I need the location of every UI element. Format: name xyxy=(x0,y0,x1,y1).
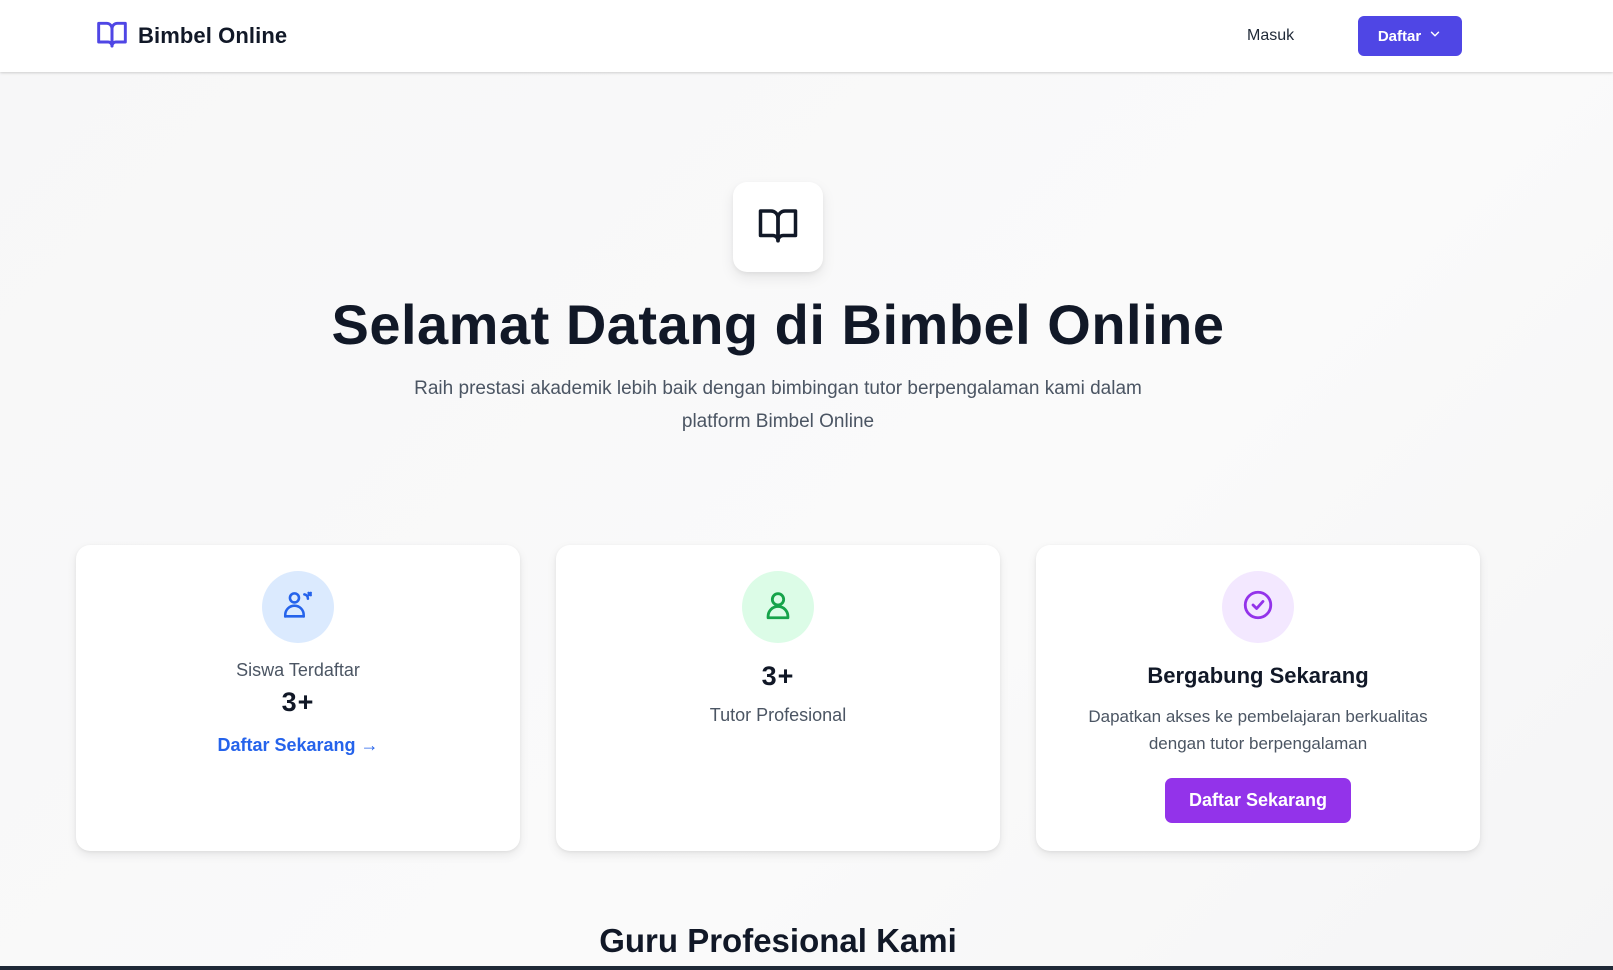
book-open-icon xyxy=(757,204,799,251)
book-open-icon xyxy=(96,18,128,55)
register-now-link[interactable]: Daftar Sekarang → xyxy=(217,735,378,755)
join-description: Dapatkan akses ke pembelajaran berkualit… xyxy=(1088,707,1428,753)
register-button-label: Daftar xyxy=(1377,27,1422,45)
brand-name: Bimbel Online xyxy=(138,23,288,48)
chevron-down-icon xyxy=(1428,27,1442,45)
hero-subtitle: Raih prestasi akademik lebih baik dengan… xyxy=(414,378,1142,432)
tutors-count: 3+ xyxy=(761,661,795,691)
students-link-wrap: Daftar Sekarang → xyxy=(76,735,520,756)
join-icon-circle xyxy=(1222,571,1294,643)
students-label: Siswa Terdaftar xyxy=(236,660,360,680)
section-title: Guru Profesional Kami xyxy=(599,922,957,959)
tutors-stat-card: 3+ Tutor Profesional xyxy=(556,545,1000,851)
students-icon-circle xyxy=(262,571,334,643)
join-card: Bergabung Sekarang Dapatkan akses ke pem… xyxy=(1036,545,1480,851)
tutors-label: Tutor Profesional xyxy=(709,705,847,725)
bottom-divider xyxy=(0,966,1613,970)
hero-title: Selamat Datang di Bimbel Online xyxy=(331,293,1225,356)
check-circle-icon xyxy=(1241,588,1275,627)
students-count: 3+ xyxy=(281,687,315,717)
register-dropdown-button[interactable]: Daftar xyxy=(1358,16,1462,56)
register-now-button[interactable]: Daftar Sekarang xyxy=(1165,778,1351,823)
user-icon xyxy=(761,588,795,627)
students-icon xyxy=(281,588,315,627)
join-heading: Bergabung Sekarang xyxy=(1147,663,1369,688)
navbar: Bimbel Online Masuk Daftar xyxy=(0,0,1613,72)
students-stat-card: Siswa Terdaftar 3+ Daftar Sekarang → xyxy=(76,545,520,851)
hero-icon-box xyxy=(733,182,823,272)
brand-logo[interactable]: Bimbel Online xyxy=(96,20,287,52)
tutors-icon-circle xyxy=(742,571,814,643)
login-link[interactable]: Masuk xyxy=(1247,24,1294,48)
